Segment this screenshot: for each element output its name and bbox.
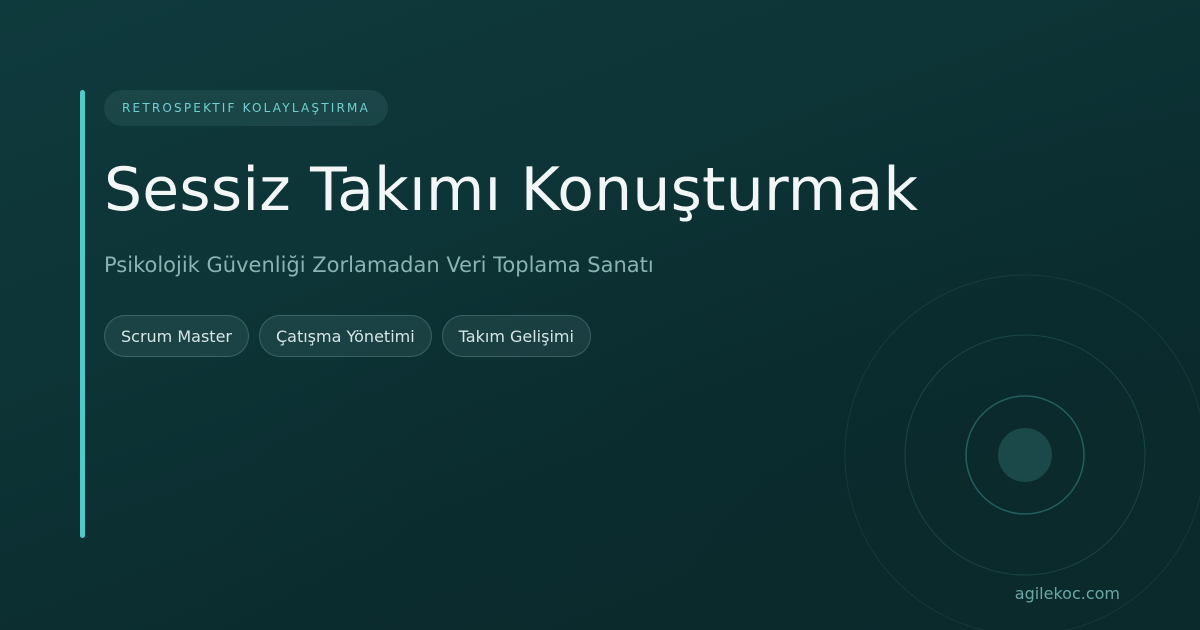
tag-catisma-yonetimi: Çatışma Yönetimi <box>258 315 432 357</box>
accent-bar <box>80 90 85 538</box>
tag-scrum-master: Scrum Master <box>104 315 249 357</box>
tag-takim-gelisimi: Takım Gelişimi <box>441 315 591 357</box>
site-url[interactable]: agilekoc.com <box>1015 584 1120 603</box>
tag-list: Scrum Master Çatışma Yönetimi Takım Geli… <box>104 315 591 357</box>
social-card: { "eyebrow": "RETROSPEKTIF KOLAYLAŞTIRMA… <box>0 0 1200 630</box>
category-badge: RETROSPEKTIF KOLAYLAŞTIRMA <box>104 90 388 126</box>
concentric-circles-icon <box>844 274 1200 630</box>
page-subtitle: Psikolojik Güvenliği Zorlamadan Veri Top… <box>104 253 654 277</box>
category-label: RETROSPEKTIF KOLAYLAŞTIRMA <box>122 101 370 115</box>
page-title: Sessiz Takımı Konuşturmak <box>104 155 919 225</box>
